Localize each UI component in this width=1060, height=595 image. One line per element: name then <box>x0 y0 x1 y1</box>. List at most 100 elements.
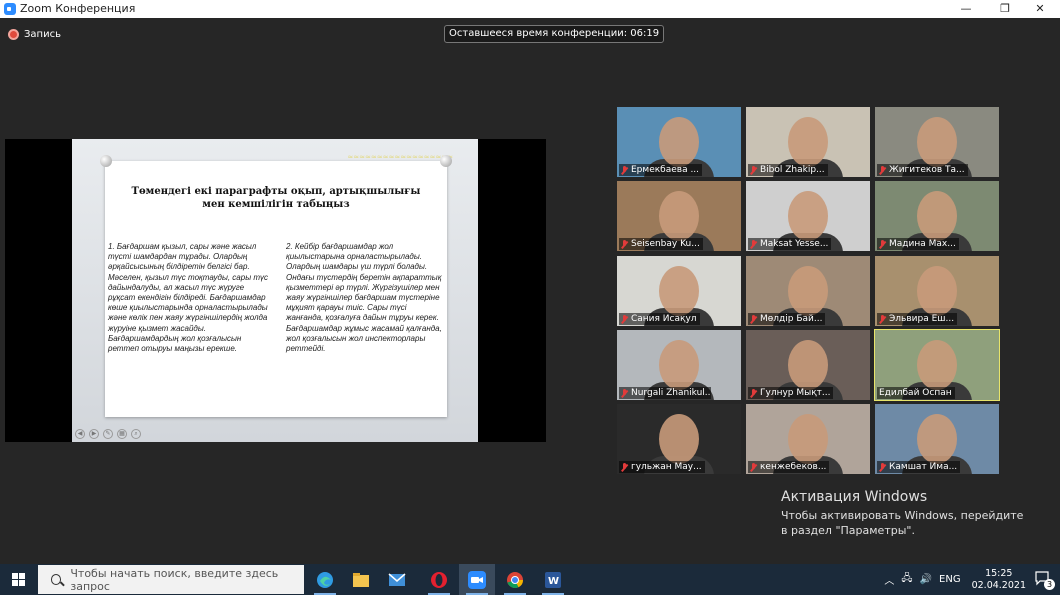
zoom-icon[interactable]: ⌕ <box>131 429 141 439</box>
participant-face <box>788 340 828 390</box>
start-button[interactable] <box>0 564 36 595</box>
muted-mic-icon <box>621 314 628 324</box>
notification-center[interactable]: 3 <box>1034 570 1055 590</box>
muted-mic-icon <box>750 165 757 175</box>
taskbar-chrome[interactable] <box>497 564 533 595</box>
participant-tile[interactable]: Мөлдір Бай... <box>746 256 870 326</box>
language-indicator[interactable]: ENG <box>939 574 961 585</box>
participant-face <box>788 191 828 241</box>
network-icon[interactable]: 🖧 <box>901 571 912 588</box>
file-explorer-icon <box>353 572 369 587</box>
muted-mic-icon <box>750 462 757 472</box>
participant-name-label: Мөлдір Бай... <box>748 313 826 325</box>
participant-face <box>788 414 828 464</box>
muted-mic-icon <box>621 462 628 472</box>
participant-name: Сания Исақул <box>631 314 697 324</box>
participant-tile[interactable]: Ермекбаева ... <box>617 107 741 177</box>
participant-name-label: Сания Исақул <box>619 313 700 325</box>
system-tray: ︿ 🖧 🔊 ENG 15:25 02.04.2021 3 <box>884 564 1060 595</box>
recording-label: Запись <box>24 28 61 40</box>
participant-face <box>788 266 828 316</box>
participant-face <box>917 340 957 390</box>
chevron-up-icon[interactable]: ︿ <box>884 572 894 587</box>
taskbar-word[interactable]: W <box>535 564 571 595</box>
shared-screen[interactable]: ≈≈≈≈≈≈≈≈≈≈≈≈≈≈≈≈≈≈ Төмендегі екі парагра… <box>5 139 546 442</box>
participant-tile[interactable]: Едилбай Оспан <box>874 329 1000 401</box>
participant-face <box>659 117 699 167</box>
muted-mic-icon <box>879 165 886 175</box>
muted-mic-icon <box>750 239 757 249</box>
pen-icon[interactable]: ✎ <box>103 429 113 439</box>
participant-name-label: Seisenbay Ku... <box>619 238 703 250</box>
muted-mic-icon <box>750 388 757 398</box>
minimize-button[interactable]: — <box>946 0 986 18</box>
slides-icon[interactable]: ▦ <box>117 429 127 439</box>
participant-name-label: Едилбай Оспан <box>877 387 955 399</box>
participant-name-label: Ермекбаева ... <box>619 164 703 176</box>
participant-face <box>788 117 828 167</box>
participant-tile[interactable]: Эльвира Еш... <box>875 256 999 326</box>
participant-tile[interactable]: Seisenbay Ku... <box>617 181 741 251</box>
participant-name: Bibol Zhakip... <box>760 165 825 175</box>
participant-tile[interactable]: Bibol Zhakip... <box>746 107 870 177</box>
participant-face <box>659 414 699 464</box>
recording-indicator[interactable]: Запись <box>8 27 61 41</box>
participant-name-label: Bibol Zhakip... <box>748 164 828 176</box>
muted-mic-icon <box>879 239 886 249</box>
window-title: Zoom Конференция <box>20 2 136 15</box>
participant-tile[interactable]: гульжан Мау... <box>617 404 741 474</box>
activation-title: Активация Windows <box>781 489 928 505</box>
participant-name: Камшат Има... <box>889 462 958 472</box>
slide-paper: Төмендегі екі параграфты оқып, артықшылы… <box>100 155 452 417</box>
taskbar-mail[interactable] <box>379 564 415 595</box>
participant-tile[interactable]: Сания Исақул <box>617 256 741 326</box>
taskbar-opera[interactable] <box>421 564 457 595</box>
clock-time: 15:25 <box>985 567 1013 579</box>
prev-slide-icon[interactable]: ◀ <box>75 429 85 439</box>
participant-tile[interactable]: Гулнур Мықт... <box>746 330 870 400</box>
participant-tile[interactable]: Мадина Мах... <box>875 181 999 251</box>
participant-tile[interactable]: Камшат Има... <box>875 404 999 474</box>
slide-paragraph-2: 2. Кейбір бағдаршамдар жол қиылыстарына … <box>286 242 442 354</box>
participant-name: Maksat Yesse... <box>760 239 829 249</box>
slide-controls: ◀ ▶ ✎ ▦ ⌕ <box>75 429 141 439</box>
participant-face <box>917 266 957 316</box>
participant-name-label: кенжебеков... <box>748 461 830 473</box>
participant-tile[interactable]: Nurgali Zhanikul... <box>617 330 741 400</box>
maximize-button[interactable]: ❐ <box>985 0 1025 18</box>
zoom-window: Zoom Конференция — ❐ ✕ Запись Оставшееся… <box>0 0 1060 595</box>
svg-text:W: W <box>548 576 559 587</box>
participant-face <box>659 340 699 390</box>
participant-name-label: гульжан Мау... <box>619 461 705 473</box>
word-icon: W <box>545 571 561 588</box>
participant-tile[interactable]: Жигитеков Та... <box>875 107 999 177</box>
zoom-icon <box>468 570 486 589</box>
taskbar-edge[interactable] <box>307 564 343 595</box>
taskbar-zoom[interactable] <box>459 564 495 595</box>
participant-name: Ермекбаева ... <box>631 165 700 175</box>
clock[interactable]: 15:25 02.04.2021 <box>972 568 1026 592</box>
muted-mic-icon <box>621 388 628 398</box>
muted-mic-icon <box>879 314 886 324</box>
participant-face <box>659 266 699 316</box>
participant-name-label: Maksat Yesse... <box>748 238 832 250</box>
participant-tile[interactable]: кенжебеков... <box>746 404 870 474</box>
volume-icon[interactable]: 🔊 <box>920 574 932 585</box>
participant-name: Seisenbay Ku... <box>631 239 700 249</box>
taskbar-search[interactable]: Чтобы начать поиск, введите здесь запрос <box>38 565 304 594</box>
chrome-icon <box>507 571 523 588</box>
next-slide-icon[interactable]: ▶ <box>89 429 99 439</box>
slide-heading: Төмендегі екі параграфты оқып, артықшылы… <box>131 186 421 210</box>
participant-name: кенжебеков... <box>760 462 827 472</box>
participant-name: Эльвира Еш... <box>889 314 955 324</box>
participant-tile[interactable]: Maksat Yesse... <box>746 181 870 251</box>
taskbar-file-explorer[interactable] <box>343 564 379 595</box>
search-placeholder: Чтобы начать поиск, введите здесь запрос <box>70 566 279 593</box>
meeting-time-remaining: Оставшееся время конференции: 06:19 <box>444 25 665 43</box>
presentation-slide: ≈≈≈≈≈≈≈≈≈≈≈≈≈≈≈≈≈≈ Төмендегі екі парагра… <box>72 139 478 442</box>
participant-name-label: Жигитеков Та... <box>877 164 968 176</box>
close-button[interactable]: ✕ <box>1020 0 1060 18</box>
opera-icon <box>431 571 447 588</box>
windows-activation-watermark: Активация Windows Чтобы активировать Win… <box>781 489 1031 538</box>
muted-mic-icon <box>621 165 628 175</box>
